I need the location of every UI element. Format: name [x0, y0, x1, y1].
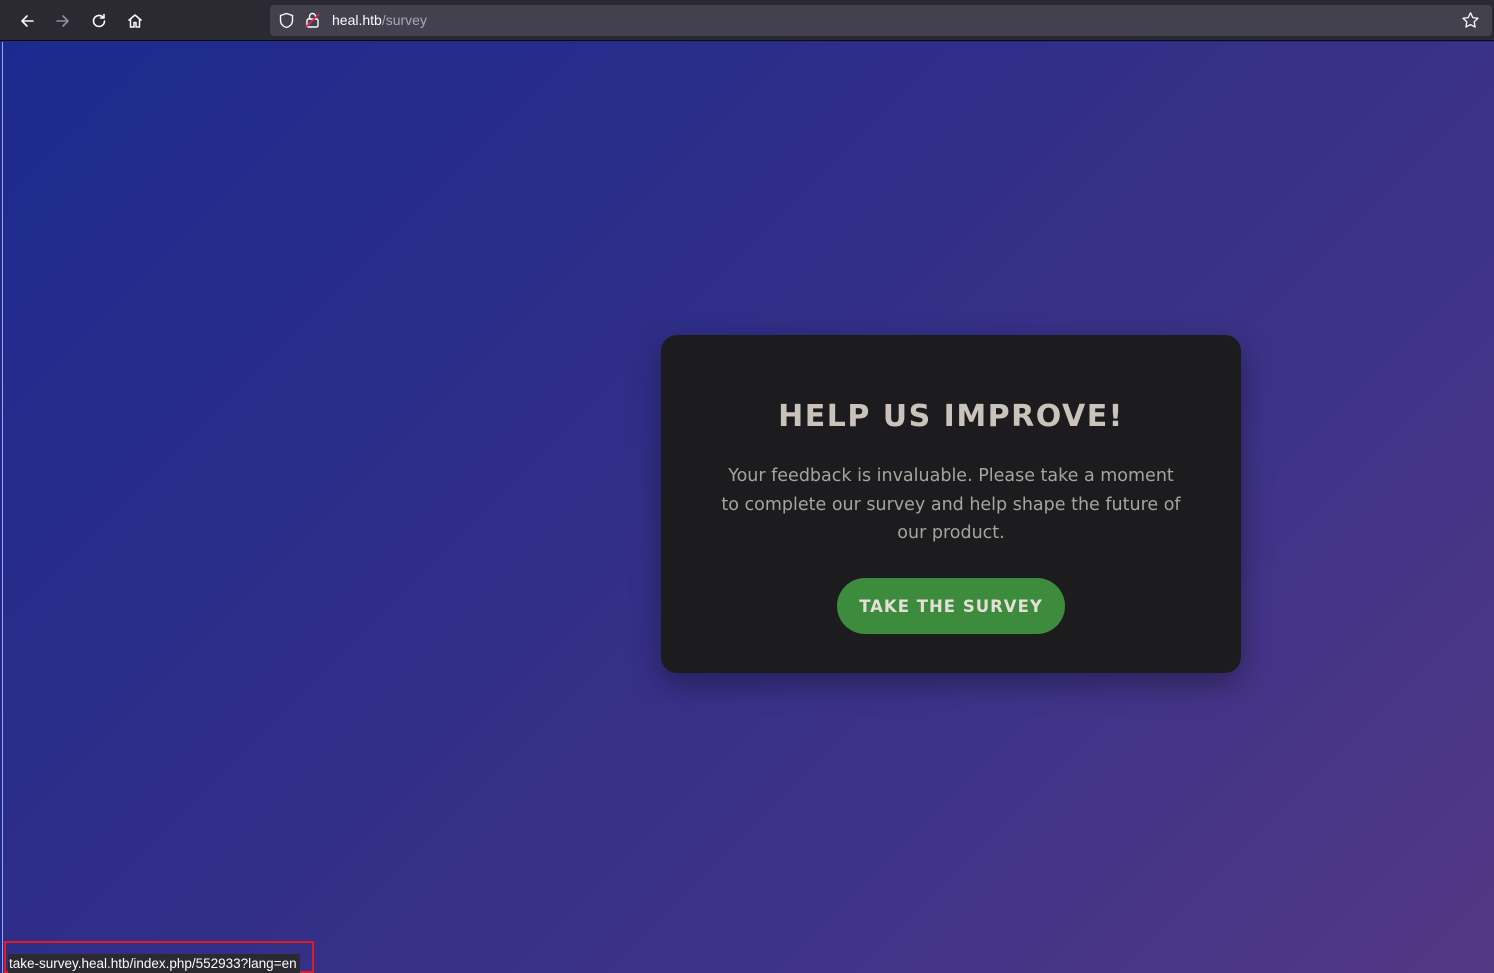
page-viewport: HELP US IMPROVE! Your feedback is invalu… — [2, 42, 1494, 973]
survey-card: HELP US IMPROVE! Your feedback is invalu… — [661, 335, 1241, 673]
bookmark-star-icon[interactable] — [1461, 11, 1480, 30]
forward-button[interactable] — [48, 6, 78, 36]
take-survey-button[interactable]: TAKE THE SURVEY — [837, 578, 1065, 634]
status-bar-highlight: take-survey.heal.htb/index.php/552933?la… — [4, 941, 314, 973]
card-description: Your feedback is invaluable. Please take… — [721, 466, 1181, 543]
url-host: heal.htb — [332, 12, 382, 28]
forward-arrow-icon — [56, 15, 69, 27]
back-arrow-icon — [21, 15, 34, 27]
back-button[interactable] — [12, 6, 42, 36]
home-icon — [128, 14, 142, 28]
tracking-shield-icon[interactable] — [278, 12, 295, 29]
card-title: HELP US IMPROVE! — [778, 399, 1124, 434]
status-link-url: take-survey.heal.htb/index.php/552933?la… — [8, 954, 300, 973]
url-path: /survey — [381, 12, 427, 28]
home-button[interactable] — [120, 6, 150, 36]
address-bar[interactable]: heal.htb/survey — [270, 5, 1492, 36]
url-text[interactable]: heal.htb/survey — [332, 12, 427, 28]
browser-toolbar: heal.htb/survey — [0, 0, 1494, 41]
reload-icon — [92, 13, 106, 28]
insecure-lock-icon[interactable] — [304, 11, 321, 29]
reload-button[interactable] — [84, 6, 114, 36]
